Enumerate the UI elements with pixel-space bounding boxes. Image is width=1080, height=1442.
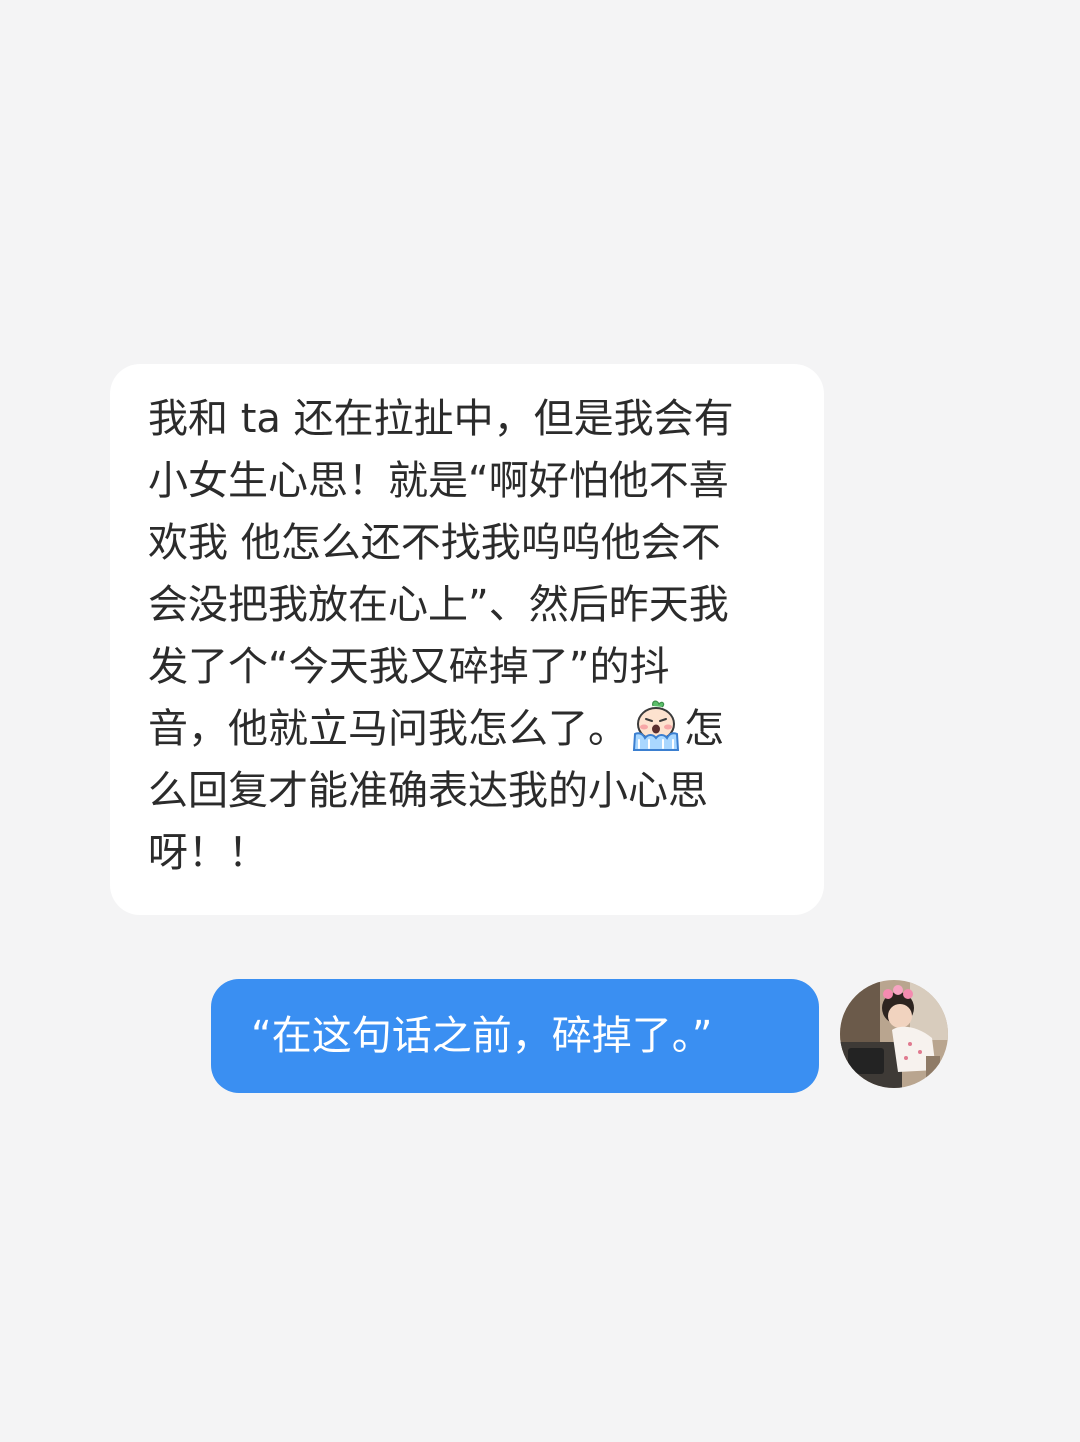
- message-line-segment: 怎: [684, 706, 724, 752]
- outgoing-message-bubble[interactable]: “在这句话之前，碎掉了。”: [211, 979, 819, 1093]
- avatar[interactable]: [840, 980, 948, 1088]
- crying-face-emoji-icon: [629, 698, 683, 752]
- incoming-message-bubble[interactable]: 我和 ta 还在拉扯中，但是我会有 小女生心思！就是“啊好怕他不喜 欢我 他怎么…: [110, 364, 824, 915]
- message-line: 欢我 他怎么还不找我呜呜他会不: [148, 520, 721, 566]
- message-line: 么回复才能准确表达我的小心思: [148, 768, 708, 814]
- message-line: 呀！！: [148, 830, 268, 876]
- message-line: 会没把我放在心上”、然后昨天我: [148, 582, 729, 628]
- chat-window: 我和 ta 还在拉扯中，但是我会有 小女生心思！就是“啊好怕他不喜 欢我 他怎么…: [0, 0, 1080, 1442]
- message-line: 我和 ta 还在拉扯中，但是我会有: [148, 396, 734, 442]
- outgoing-message-text: “在这句话之前，碎掉了。”: [251, 1013, 713, 1059]
- incoming-message-text: 我和 ta 还在拉扯中，但是我会有 小女生心思！就是“啊好怕他不喜 欢我 他怎么…: [148, 388, 788, 884]
- message-line: 发了个“今天我又碎掉了”的抖: [148, 644, 670, 690]
- message-line: 小女生心思！就是“啊好怕他不喜: [148, 458, 729, 504]
- avatar-photo-icon: [840, 980, 948, 1088]
- message-line-segment: 音，他就立马问我怎么了。: [148, 706, 628, 752]
- message-line: 音，他就立马问我怎么了。 怎: [148, 698, 788, 760]
